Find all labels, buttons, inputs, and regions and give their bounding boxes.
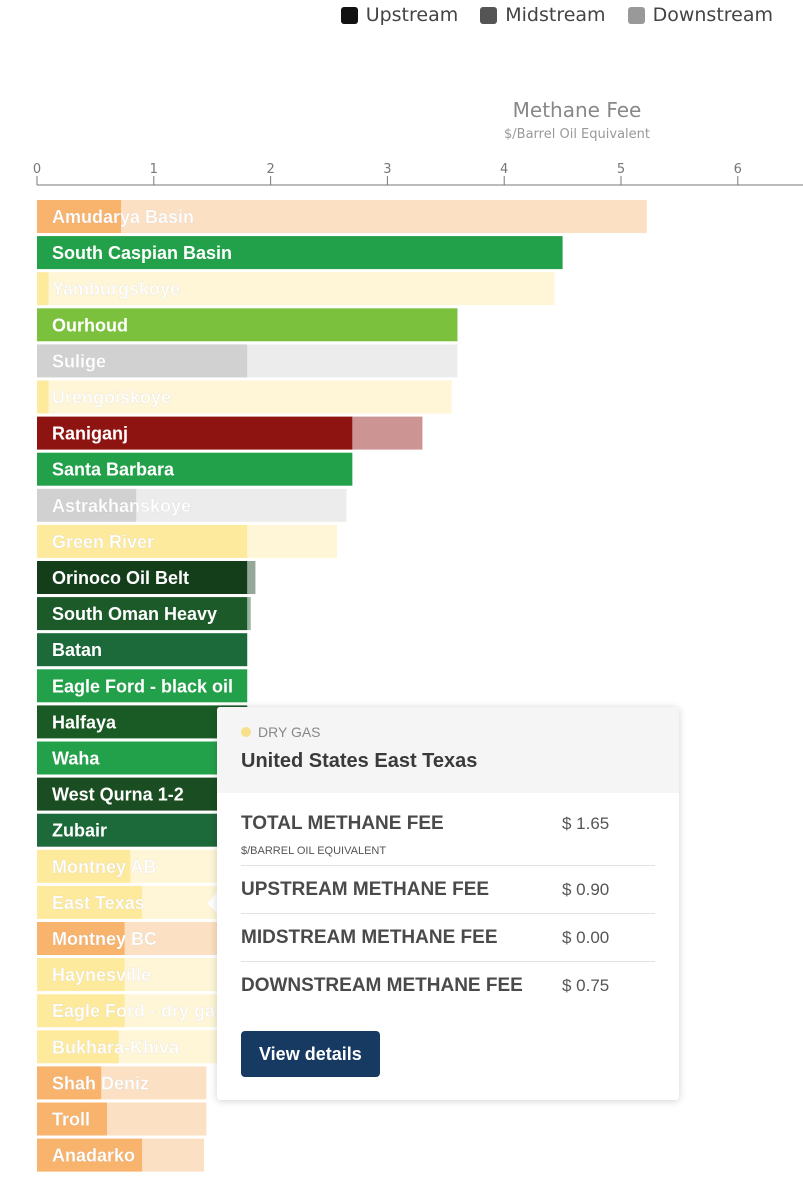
- bar-label-1: South Caspian Basin: [52, 243, 232, 263]
- bar-label-21: Haynesville: [52, 965, 151, 985]
- x-axis-ticks: 0 1 2 3 4 5 6: [33, 162, 742, 185]
- downstream-fee-label: DOWNSTREAM METHANE FEE: [241, 974, 523, 996]
- bar-label-9: Green River: [52, 532, 154, 552]
- x-tick-label-1: 1: [150, 162, 158, 177]
- tooltip-body: TOTAL METHANE FEE $ 1.65 $/BARREL OIL EQ…: [217, 793, 679, 1009]
- bar-label-19: East Texas: [52, 893, 145, 913]
- downstream-fee-value: $ 0.75: [562, 975, 610, 995]
- x-tick-label-3: 3: [383, 162, 391, 177]
- bar-downstream-26[interactable]: [142, 1138, 205, 1172]
- bar-label-3: Ourhoud: [52, 315, 128, 335]
- bar-label-22: Eagle Ford - dry gas: [52, 1001, 225, 1021]
- details-tooltip: DRY GAS United States East Texas TOTAL M…: [217, 707, 679, 1100]
- bar-label-4: Sulige: [52, 351, 106, 371]
- tooltip-arrow: [207, 893, 217, 913]
- bar-label-17: Zubair: [52, 821, 107, 841]
- bar-label-25: Troll: [52, 1110, 90, 1130]
- bar-downstream-6[interactable]: [352, 416, 423, 450]
- upstream-fee-label: UPSTREAM METHANE FEE: [241, 878, 490, 900]
- x-tick-label-6: 6: [734, 162, 742, 177]
- bar-label-13: Eagle Ford - black oil: [52, 676, 233, 696]
- bar-downstream-4[interactable]: [247, 344, 458, 378]
- bar-label-18: Montney AB: [52, 857, 156, 877]
- tooltip-row-downstream: DOWNSTREAM METHANE FEE $ 0.75: [241, 962, 655, 1009]
- view-details-button[interactable]: View details: [241, 1031, 380, 1077]
- bar-label-12: Batan: [52, 640, 102, 660]
- bar-downstream-9[interactable]: [247, 524, 338, 558]
- dry-gas-dot-icon: [241, 727, 251, 737]
- bar-label-16: West Qurna 1-2: [52, 785, 184, 805]
- total-fee-value: $ 1.65: [562, 814, 610, 833]
- tooltip-row-upstream: UPSTREAM METHANE FEE $ 0.90: [241, 866, 655, 914]
- total-fee-unit: $/BARREL OIL EQUIVALENT: [241, 845, 387, 857]
- bar-label-26: Anadarko: [52, 1146, 135, 1166]
- x-tick-label-2: 2: [266, 162, 274, 177]
- x-tick-label-4: 4: [500, 162, 508, 177]
- bar-upstream-2[interactable]: [37, 272, 49, 306]
- bar-label-7: Santa Barbara: [52, 460, 175, 480]
- bar-downstream-25[interactable]: [107, 1102, 207, 1136]
- bar-label-15: Waha: [52, 749, 100, 769]
- x-tick-label-0: 0: [33, 162, 41, 177]
- midstream-fee-label: MIDSTREAM METHANE FEE: [241, 926, 498, 948]
- bar-label-6: Raniganj: [52, 424, 128, 444]
- bar-label-10: Orinoco Oil Belt: [52, 568, 189, 588]
- tooltip-row-midstream: MIDSTREAM METHANE FEE $ 0.00: [241, 914, 655, 962]
- bar-downstream-10[interactable]: [247, 561, 256, 594]
- bar-downstream-11[interactable]: [247, 597, 251, 631]
- bar-label-20: Montney BC: [52, 929, 157, 949]
- bar-label-5: Urengoiskoye: [52, 388, 171, 408]
- midstream-fee-value: $ 0.00: [562, 927, 610, 947]
- total-fee-label: TOTAL METHANE FEE: [241, 813, 444, 834]
- bar-label-0: Amudarya Basin: [52, 207, 194, 227]
- tooltip-type: DRY GAS: [258, 724, 321, 740]
- bar-label-8: Astrakhanskoye: [52, 496, 191, 516]
- bar-downstream-0[interactable]: [121, 200, 647, 233]
- bar-upstream-5[interactable]: [37, 380, 49, 414]
- chart-title: Methane Fee: [513, 98, 642, 122]
- tooltip-row-total: TOTAL METHANE FEE $ 1.65 $/BARREL OIL EQ…: [241, 793, 655, 866]
- chart-subtitle: $/Barrel Oil Equivalent: [504, 127, 650, 142]
- bar-label-11: South Oman Heavy: [52, 604, 217, 624]
- bar-label-23: Bukhara-Khiva: [52, 1037, 180, 1057]
- tooltip-header: DRY GAS United States East Texas: [217, 707, 679, 793]
- bar-label-24: Shah Deniz: [52, 1073, 149, 1093]
- tooltip-title: United States East Texas: [241, 750, 478, 772]
- bar-label-14: Halfaya: [52, 712, 117, 732]
- bar-label-2: Yamburgskoye: [52, 279, 180, 299]
- upstream-fee-value: $ 0.90: [562, 879, 610, 899]
- tooltip-type-row: DRY GAS: [241, 707, 655, 740]
- x-tick-label-5: 5: [617, 162, 625, 177]
